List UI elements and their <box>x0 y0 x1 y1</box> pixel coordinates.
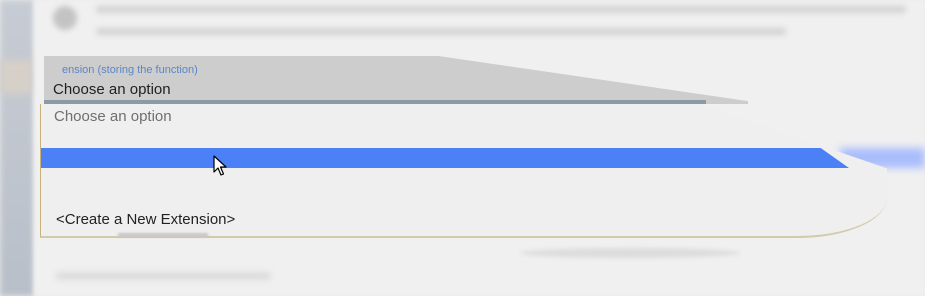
mouse-pointer-icon <box>213 155 227 176</box>
screen: ension (storing the function) Choose an … <box>0 0 925 296</box>
select-underline <box>44 100 706 104</box>
background-info-icon <box>53 6 77 30</box>
dropdown-option-placeholder[interactable]: Choose an option <box>54 108 172 125</box>
extension-select-value[interactable]: Choose an option <box>53 81 171 98</box>
background-footer-text <box>56 272 271 280</box>
dropdown-option-highlighted[interactable] <box>41 148 849 168</box>
extension-field-label: ension (storing the function) <box>62 64 198 76</box>
dropdown-shadow <box>520 248 740 258</box>
dropdown-option-create-new-extension[interactable]: <Create a New Extension> <box>56 211 235 228</box>
background-sidebar-highlight <box>0 60 34 94</box>
dropdown-scroll-hint <box>118 233 208 237</box>
background-sidebar <box>0 0 34 296</box>
background-text-line <box>96 28 786 35</box>
background-text-line <box>96 6 906 13</box>
